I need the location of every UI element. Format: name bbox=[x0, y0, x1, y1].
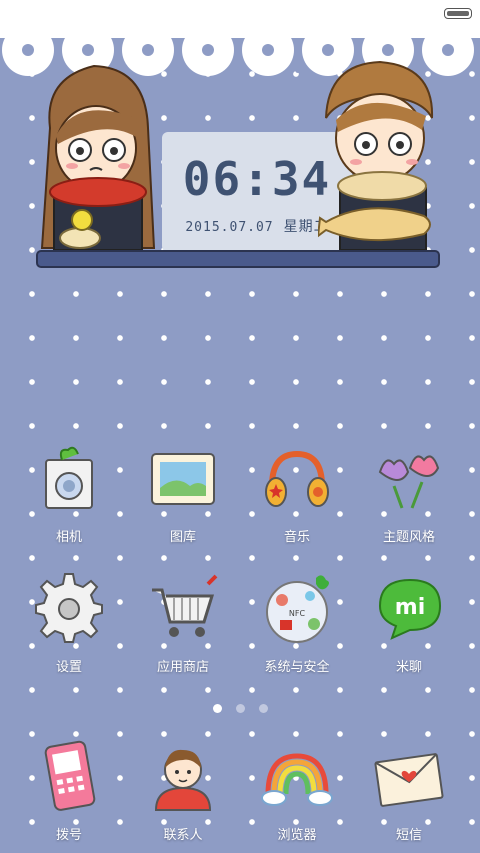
app-label: 应用商店 bbox=[156, 660, 209, 675]
envelope-icon bbox=[374, 753, 444, 807]
girl-character-illustration bbox=[40, 64, 156, 251]
app-label: 联系人 bbox=[163, 828, 203, 843]
page-dot-active[interactable] bbox=[212, 704, 222, 713]
app-label: 图库 bbox=[169, 530, 196, 545]
system-security-icon: NFC bbox=[266, 575, 329, 643]
app-settings[interactable]: 设置 bbox=[14, 572, 124, 698]
app-music[interactable]: 音乐 bbox=[242, 442, 352, 568]
app-camera[interactable]: 相机 bbox=[14, 442, 124, 568]
mi-chat-bubble-icon: mi bbox=[378, 578, 442, 640]
gallery-icon bbox=[151, 453, 215, 505]
headphones-icon bbox=[265, 450, 329, 507]
dock-dialer[interactable]: 拨号 bbox=[14, 740, 124, 853]
app-gallery[interactable]: 图库 bbox=[128, 442, 238, 568]
svg-text:mi: mi bbox=[395, 595, 425, 620]
app-label: 主题风格 bbox=[382, 530, 435, 545]
widget-shelf bbox=[36, 250, 440, 268]
app-label: 米聊 bbox=[395, 660, 422, 675]
camera-icon bbox=[45, 446, 93, 509]
svg-text:NFC: NFC bbox=[289, 609, 306, 618]
app-mi-chat[interactable]: mi 米聊 bbox=[354, 572, 464, 698]
app-label: 拨号 bbox=[55, 828, 82, 843]
shopping-cart-icon bbox=[152, 574, 218, 637]
app-label: 设置 bbox=[55, 660, 82, 675]
page-indicator bbox=[0, 698, 480, 713]
app-store[interactable]: 应用商店 bbox=[128, 572, 238, 698]
dock-messages[interactable]: 短信 bbox=[354, 740, 464, 853]
page-dot[interactable] bbox=[258, 704, 268, 713]
app-label: 音乐 bbox=[283, 530, 310, 545]
app-label: 浏览器 bbox=[277, 828, 317, 843]
battery-icon bbox=[444, 8, 472, 19]
boy-character-illustration bbox=[318, 60, 434, 251]
phone-handset-icon bbox=[44, 740, 96, 811]
app-label: 相机 bbox=[55, 530, 82, 545]
dock-contacts[interactable]: 联系人 bbox=[128, 740, 238, 853]
dock-browser[interactable]: 浏览器 bbox=[242, 740, 352, 853]
gear-icon bbox=[35, 573, 103, 643]
app-system-security[interactable]: NFC 系统与安全 bbox=[242, 572, 352, 698]
date-text: 2015.07.07 bbox=[185, 220, 274, 235]
app-themes[interactable]: 主题风格 bbox=[354, 442, 464, 568]
rainbow-icon bbox=[261, 753, 333, 806]
contact-person-icon bbox=[154, 749, 212, 811]
app-label: 系统与安全 bbox=[264, 660, 330, 675]
clock-widget[interactable]: 06:34 2015.07.07 星期二 bbox=[36, 56, 440, 270]
tulip-flowers-icon bbox=[378, 455, 440, 509]
app-label: 短信 bbox=[395, 828, 422, 843]
page-dot[interactable] bbox=[235, 704, 245, 713]
